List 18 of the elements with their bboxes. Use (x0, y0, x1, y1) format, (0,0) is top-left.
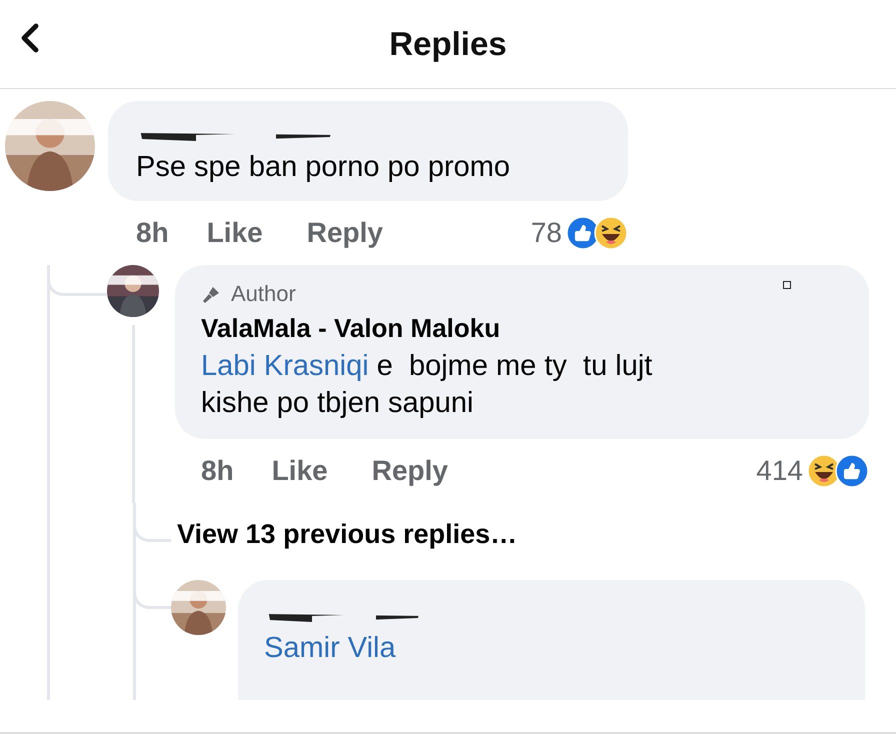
reply-link[interactable]: Reply (306, 217, 383, 250)
thumbs-up-icon (835, 454, 869, 488)
reply-text: Labi Krasniqi e bojme me ty tu lujt kishe po tbjen sapuni (201, 349, 654, 420)
comment-text: Pse spe ban porno po promo (136, 150, 512, 185)
like-link[interactable]: Like (272, 454, 328, 487)
page-title: Replies (389, 25, 507, 63)
reply-text: Samir Vila (264, 630, 397, 666)
view-more-link[interactable]: View 13 previous replies… (177, 518, 518, 550)
like-link[interactable]: Like (206, 217, 263, 250)
comment-time: 8h (136, 217, 169, 250)
laughing-face-icon (594, 216, 628, 250)
reaction-count: 414 (756, 454, 803, 487)
comment-time: 8h (201, 454, 234, 487)
author-label: Author (231, 281, 296, 308)
square-icon (783, 281, 791, 290)
reaction-count: 78 (530, 217, 562, 250)
author-name: ValaMala - Valon Maloku (201, 313, 502, 344)
reply-link[interactable]: Reply (372, 454, 448, 487)
